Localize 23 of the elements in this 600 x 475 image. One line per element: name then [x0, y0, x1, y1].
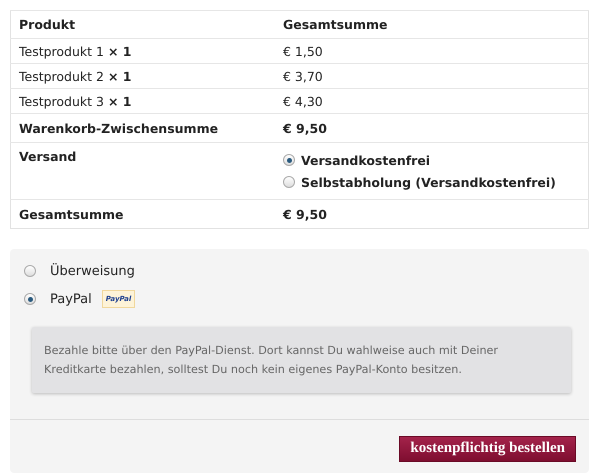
line-total: € 1,50 [283, 44, 323, 58]
radio-button[interactable] [24, 293, 36, 305]
shipping-option[interactable]: Selbstabholung (Versandkostenfrei) [283, 171, 580, 193]
product-name: Testprodukt 3 × 1 [19, 94, 132, 108]
radio-button[interactable] [283, 176, 295, 188]
total-value: € 9,50 [283, 206, 327, 222]
column-header: Gesamtsumme [283, 17, 388, 32]
line-total: € 4,30 [283, 94, 323, 108]
product-name: Testprodukt 1 × 1 [19, 44, 132, 58]
column-header: Produkt [19, 17, 76, 32]
subtotal-value: € 9,50 [283, 120, 327, 136]
radio-button[interactable] [283, 154, 295, 166]
payment-method-label[interactable]: PayPal [50, 292, 92, 306]
shipping-label: Versand [19, 149, 76, 164]
line-total: € 3,70 [283, 68, 323, 84]
payment-description: Bezahle bitte über den PayPal-Dienst. Dort kannst Du wahlweise auch mit Deiner Kreditkarte bezahlen, solltest Du noch kein eigenes PayPal-Konto besitzen. [32, 327, 571, 393]
total-label: Gesamtsumme [19, 206, 124, 222]
product-name: Testprodukt 2 × 1 [19, 68, 132, 84]
shipping-option[interactable]: Versandkostenfrei [283, 149, 580, 171]
radio-button[interactable] [24, 265, 36, 277]
subtotal-label: Warenkorb-Zwischensumme [19, 120, 218, 136]
order-button[interactable]: kostenpflichtig bestellen [399, 436, 576, 462]
payment-method-label[interactable]: Überweisung [50, 264, 135, 278]
